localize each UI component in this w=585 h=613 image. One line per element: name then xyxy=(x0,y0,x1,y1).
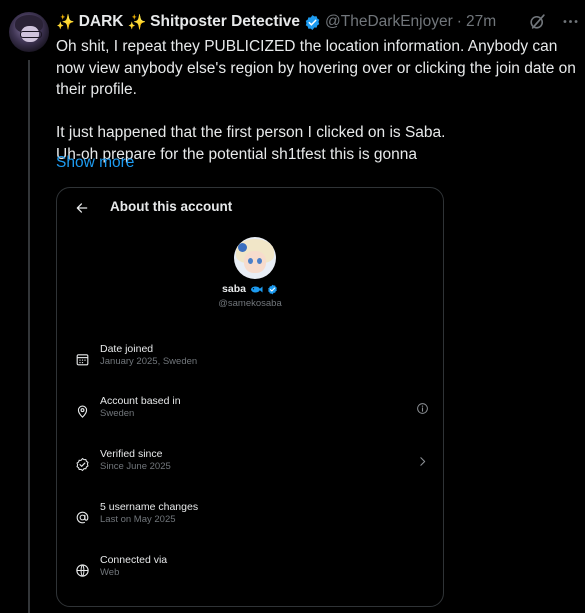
thread-line xyxy=(28,60,30,613)
info-subtitle: January 2025, Sweden xyxy=(100,356,198,367)
calendar-icon xyxy=(76,354,89,366)
info-title: Connected via xyxy=(100,554,168,566)
more-icon[interactable] xyxy=(561,12,580,31)
tweet-body: Oh shit, I repeat they PUBLICIZED the lo… xyxy=(56,36,576,165)
tweet-header: ✨ DARK ✨ Shitposter Detective @TheDarkEn… xyxy=(56,11,496,33)
globe-icon xyxy=(76,564,89,577)
info-title: Date joined xyxy=(100,343,154,355)
verified-badge-icon xyxy=(268,284,277,294)
back-arrow-icon xyxy=(76,203,88,213)
display-name-part2[interactable]: Shitposter Detective xyxy=(150,13,300,31)
profile-name-row: saba xyxy=(57,283,443,295)
grok-icon[interactable] xyxy=(528,12,547,31)
profile-avatar xyxy=(234,237,276,279)
tweet-paragraph-2-line-1: It just happened that the first person I… xyxy=(56,124,446,141)
info-circle-icon[interactable] xyxy=(416,402,429,415)
attached-screenshot[interactable]: About this account saba @samekosaba Date… xyxy=(56,187,444,607)
profile-handle: @samekosaba xyxy=(218,298,282,309)
info-row-account-based-in: Account based in Sweden xyxy=(57,395,443,441)
tweet-paragraph-1: Oh shit, I repeat they PUBLICIZED the lo… xyxy=(56,38,576,98)
info-row-date-joined: Date joined January 2025, Sweden xyxy=(57,343,443,389)
embedded-page-title: About this account xyxy=(110,199,233,214)
location-pin-icon xyxy=(77,405,88,418)
info-title: Account based in xyxy=(100,395,181,407)
fish-icon xyxy=(250,286,263,292)
show-more-link[interactable]: Show more xyxy=(56,154,134,172)
separator-dot: · xyxy=(456,13,462,30)
info-subtitle: Since June 2025 xyxy=(100,461,171,472)
info-row-username-changes: 5 username changes Last on May 2025 xyxy=(57,501,443,547)
profile-name: saba xyxy=(222,283,246,295)
tweet-header-actions xyxy=(528,12,580,31)
info-title: Verified since xyxy=(100,448,163,460)
info-title: 5 username changes xyxy=(100,501,199,513)
author-avatar[interactable] xyxy=(9,12,49,52)
embedded-header: About this account xyxy=(57,188,443,228)
chevron-right-icon[interactable] xyxy=(416,455,429,468)
tweet-timestamp[interactable]: 27m xyxy=(466,13,496,31)
info-row-connected-via: Connected via Web xyxy=(57,554,443,600)
display-name-part1[interactable]: DARK xyxy=(79,13,124,31)
info-row-verified-since[interactable]: Verified since Since June 2025 xyxy=(57,448,443,494)
author-handle[interactable]: @TheDarkEnjoyer xyxy=(325,13,453,31)
at-sign-icon xyxy=(76,511,89,524)
verified-check-icon xyxy=(76,457,89,472)
verified-badge-icon xyxy=(305,14,320,30)
info-subtitle: Sweden xyxy=(100,408,135,419)
info-subtitle: Last on May 2025 xyxy=(100,514,176,525)
sparkle-icon: ✨ xyxy=(56,14,75,31)
info-subtitle: Web xyxy=(100,567,120,578)
sparkle-icon: ✨ xyxy=(127,14,147,31)
